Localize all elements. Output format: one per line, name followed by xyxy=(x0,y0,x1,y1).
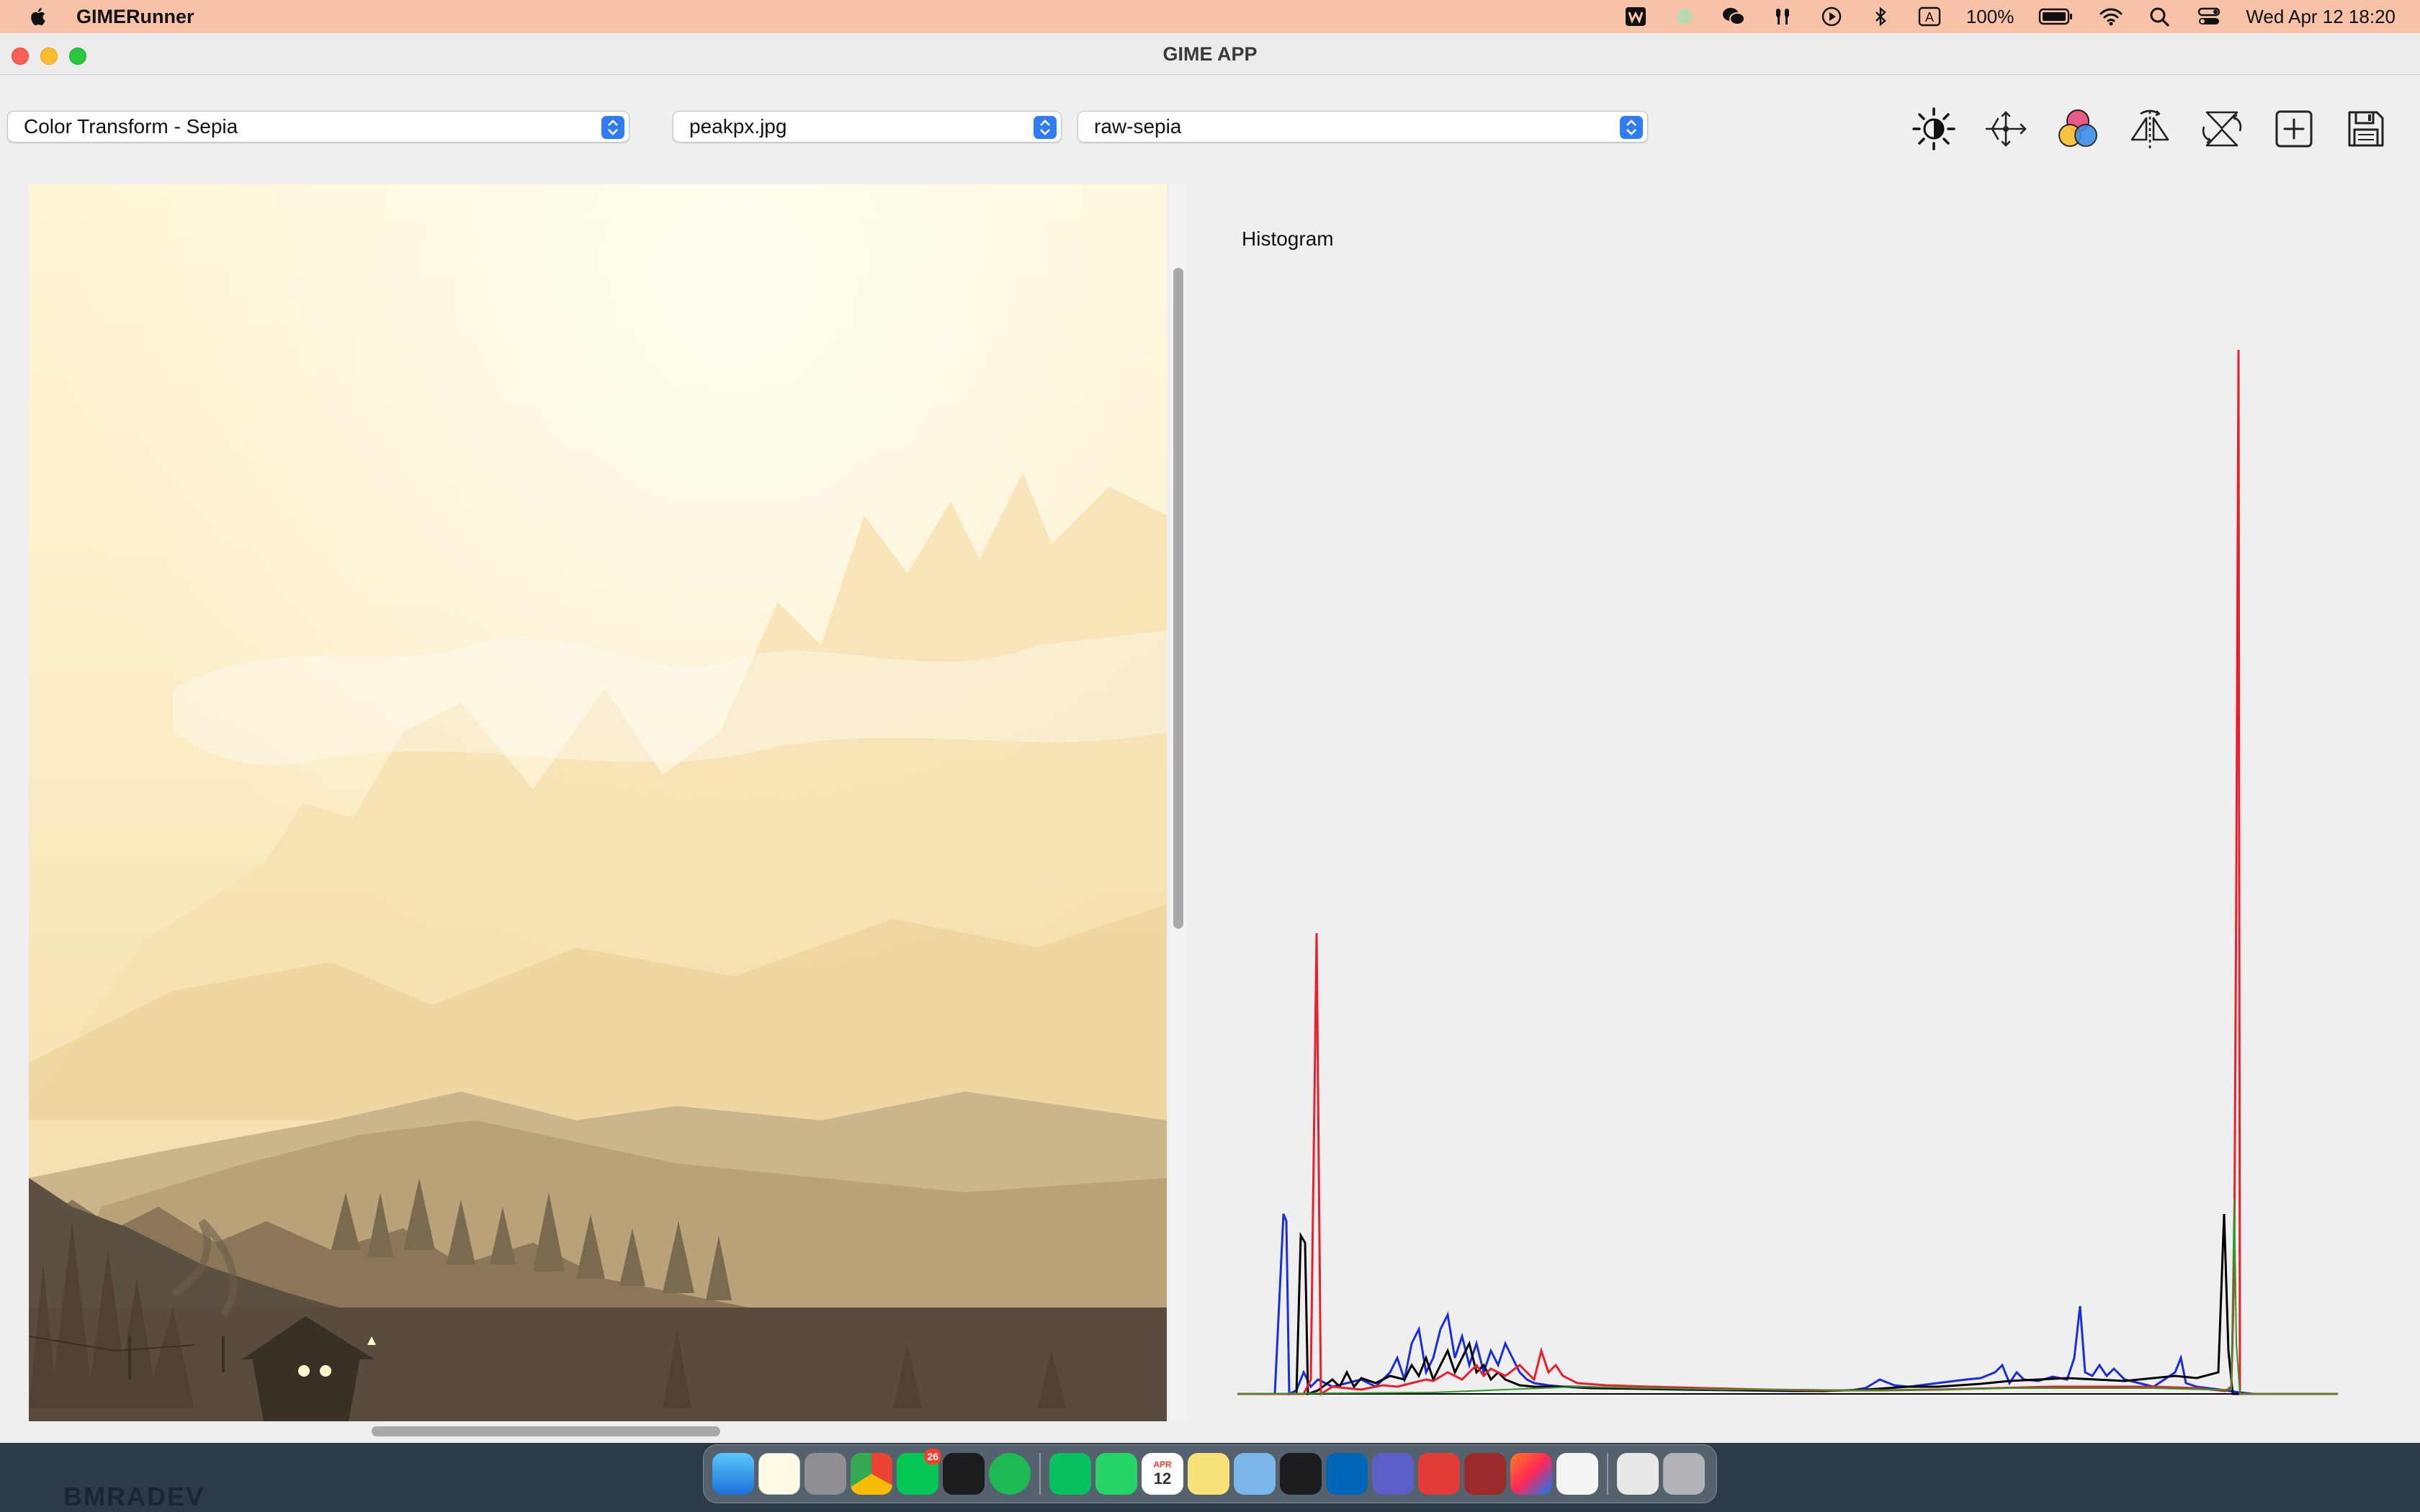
dock-stocks-icon[interactable] xyxy=(1280,1453,1322,1495)
control-center-icon[interactable] xyxy=(2197,6,2221,27)
select-stepper-icon xyxy=(1620,116,1643,139)
brightness-icon xyxy=(1912,107,1955,150)
dock-separator xyxy=(1607,1453,1608,1495)
image-vertical-scrollbar[interactable] xyxy=(1170,184,1187,1421)
battery-icon[interactable] xyxy=(2038,6,2074,27)
transform-select-value: Color Transform - Sepia xyxy=(24,115,238,138)
image-canvas[interactable] xyxy=(29,184,1167,1421)
variant-select-value: raw-sepia xyxy=(1094,115,1182,138)
wifi-icon[interactable] xyxy=(2099,6,2123,27)
now-playing-icon[interactable] xyxy=(1819,6,1844,27)
dock-terminal-icon[interactable] xyxy=(943,1453,985,1495)
flip-button[interactable] xyxy=(2125,105,2175,153)
save-icon xyxy=(2348,111,2384,147)
calendar-day: 12 xyxy=(1153,1470,1172,1488)
horizontal-scroll-thumb[interactable] xyxy=(372,1426,720,1436)
dock-preview-icon[interactable] xyxy=(1234,1453,1276,1495)
histogram-chart xyxy=(1237,349,2338,1396)
histogram-series-green xyxy=(1237,1199,2338,1395)
dock-chrome-icon[interactable] xyxy=(851,1453,892,1495)
spotlight-search-icon[interactable] xyxy=(2148,6,2172,27)
dock-calendar-icon[interactable]: APR 12 xyxy=(1142,1453,1183,1495)
input-source-icon[interactable]: A xyxy=(1917,6,1942,27)
dock-notes-icon[interactable] xyxy=(758,1453,800,1495)
dock-documents-icon[interactable] xyxy=(1617,1453,1659,1495)
select-stepper-icon xyxy=(601,116,624,139)
flip-icon xyxy=(2130,109,2169,148)
window-titlebar[interactable]: GIME APP xyxy=(0,33,2420,75)
desktop-wallpaper-text: BMRADEV xyxy=(63,1482,205,1511)
dock-vscode-icon[interactable] xyxy=(1326,1453,1368,1495)
dock: 26 APR 12 xyxy=(703,1444,1717,1503)
histogram-title: Histogram xyxy=(1242,228,1334,250)
transform-select[interactable]: Color Transform - Sepia xyxy=(7,111,629,143)
histogram-panel: Histogram xyxy=(1217,192,2398,1437)
image-horizontal-scrollbar[interactable] xyxy=(29,1424,1170,1439)
histogram-series-black xyxy=(1237,1213,2338,1396)
airpods-icon[interactable] xyxy=(1770,6,1795,27)
line-unread-badge: 26 xyxy=(924,1449,941,1464)
transform-button[interactable] xyxy=(1981,105,2031,153)
menubar-clock[interactable]: Wed Apr 12 18:20 xyxy=(2246,6,2396,28)
save-button[interactable] xyxy=(2341,105,2391,153)
dock-system-settings-icon[interactable] xyxy=(805,1453,846,1495)
file-select-value: peakpx.jpg xyxy=(689,115,787,138)
window-title: GIME APP xyxy=(1162,43,1258,65)
dock-stickies-icon[interactable] xyxy=(1188,1453,1229,1495)
dock-separator xyxy=(1039,1453,1041,1495)
calendar-month: APR xyxy=(1153,1459,1172,1470)
dock-dictionary-icon[interactable] xyxy=(1464,1453,1506,1495)
histogram-series-red xyxy=(1237,349,2338,1396)
dock-finder-icon[interactable] xyxy=(712,1453,754,1495)
add-button[interactable] xyxy=(2269,105,2319,153)
transform-icon xyxy=(1985,111,2027,147)
wps-status-icon[interactable] xyxy=(1623,6,1648,27)
color-channels-icon xyxy=(2058,109,2097,147)
svg-text:A: A xyxy=(1925,10,1934,24)
dock-teams-icon[interactable] xyxy=(1372,1453,1414,1495)
status-dot-icon[interactable] xyxy=(1672,6,1697,27)
rotate-button[interactable] xyxy=(2197,105,2247,153)
apple-icon[interactable] xyxy=(29,6,46,27)
select-stepper-icon xyxy=(1034,116,1057,139)
dock-intellij-icon[interactable] xyxy=(1510,1453,1552,1495)
variant-select[interactable]: raw-sepia xyxy=(1077,111,1648,143)
dock-line-icon[interactable]: 26 xyxy=(897,1449,941,1495)
dock-spotify-icon[interactable] xyxy=(989,1453,1031,1495)
vertical-scroll-thumb[interactable] xyxy=(1173,268,1183,929)
dock-wps-icon[interactable] xyxy=(1418,1453,1460,1495)
dock-java-icon[interactable] xyxy=(1556,1453,1598,1495)
battery-percent: 100% xyxy=(1966,5,2015,27)
dock-trash-icon[interactable] xyxy=(1663,1453,1705,1495)
dock-whatsapp-icon[interactable] xyxy=(1095,1453,1137,1495)
color-channels-button[interactable] xyxy=(2053,105,2103,153)
dock-wechat-icon[interactable] xyxy=(1049,1453,1091,1495)
app-window: GIME APP Color Transform - Sepia peakpx.… xyxy=(0,33,2420,1443)
menu-app-name[interactable]: GIMERunner xyxy=(76,6,194,28)
menu-bar: GIMERunner A 100% Wed Apr 12 18:20 xyxy=(0,0,2420,33)
bluetooth-icon[interactable] xyxy=(1868,6,1893,27)
file-select[interactable]: peakpx.jpg xyxy=(673,111,1062,143)
sepia-landscape-image xyxy=(29,184,1167,1421)
brightness-button[interactable] xyxy=(1909,105,1959,153)
histogram-series-blue xyxy=(1237,1213,2338,1396)
wechat-status-icon[interactable] xyxy=(1721,6,1746,27)
rotate-icon xyxy=(2202,111,2242,147)
add-icon xyxy=(2275,110,2313,148)
